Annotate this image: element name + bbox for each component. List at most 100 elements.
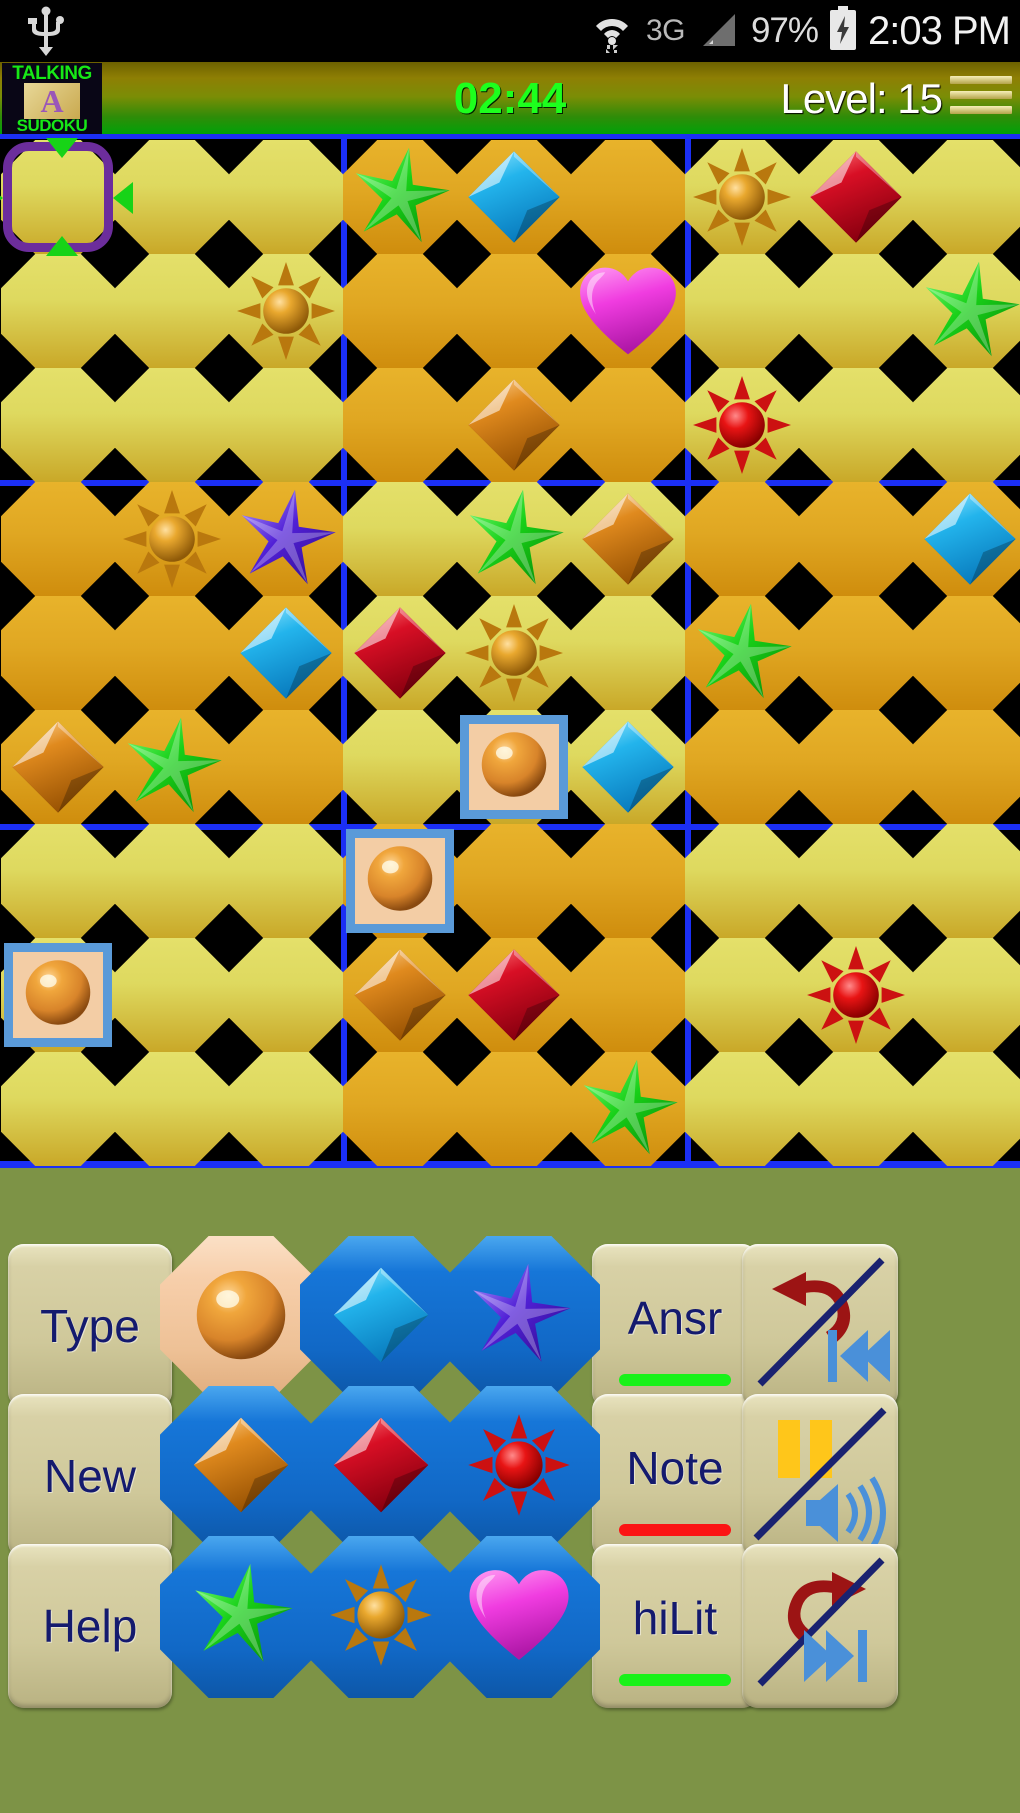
- board-cell-r8-c1[interactable]: [1, 938, 115, 1052]
- board-cell-r7-c1[interactable]: [1, 824, 115, 938]
- board-cell-r1-c4[interactable]: [343, 140, 457, 254]
- board-cell-r3-c7[interactable]: [685, 368, 799, 482]
- board-cell-r7-c3[interactable]: [229, 824, 343, 938]
- sudoku-board[interactable]: [0, 134, 1020, 1173]
- board-cell-r4-c1[interactable]: [1, 482, 115, 596]
- board-cell-r2-c2[interactable]: [115, 254, 229, 368]
- note-button[interactable]: Note: [592, 1394, 758, 1558]
- board-cell-r6-c5[interactable]: [457, 710, 571, 824]
- board-cell-r7-c8[interactable]: [799, 824, 913, 938]
- board-cell-r1-c6[interactable]: [571, 140, 685, 254]
- board-cell-r6-c6[interactable]: [571, 710, 685, 824]
- board-cell-r8-c5[interactable]: [457, 938, 571, 1052]
- board-cell-r8-c2[interactable]: [115, 938, 229, 1052]
- board-cell-r3-c5[interactable]: [457, 368, 571, 482]
- board-cell-r8-c6[interactable]: [571, 938, 685, 1052]
- board-cell-r6-c7[interactable]: [685, 710, 799, 824]
- board-cell-r1-c1[interactable]: [0, 138, 133, 256]
- board-cell-r9-c4[interactable]: [343, 1052, 457, 1166]
- board-cell-r5-c1[interactable]: [1, 596, 115, 710]
- sym-bluedia-button[interactable]: [300, 1236, 462, 1398]
- board-cell-r3-c9[interactable]: [913, 368, 1020, 482]
- board-cell-r4-c9[interactable]: [913, 482, 1020, 596]
- sym-goldsun-button[interactable]: [300, 1536, 462, 1698]
- board-cell-r9-c5[interactable]: [457, 1052, 571, 1166]
- board-cell-r5-c2[interactable]: [115, 596, 229, 710]
- board-cell-r5-c3[interactable]: [229, 596, 343, 710]
- board-cell-r1-c7[interactable]: [685, 140, 799, 254]
- board-cell-r5-c9[interactable]: [913, 596, 1020, 710]
- pause-button[interactable]: [742, 1394, 898, 1558]
- board-cell-r5-c4[interactable]: [343, 596, 457, 710]
- board-cell-r3-c4[interactable]: [343, 368, 457, 482]
- board-cell-r4-c2[interactable]: [115, 482, 229, 596]
- board-cell-r6-c9[interactable]: [913, 710, 1020, 824]
- board-cell-r7-c5[interactable]: [457, 824, 571, 938]
- board-cell-r4-c7[interactable]: [685, 482, 799, 596]
- board-cell-r1-c3[interactable]: [229, 140, 343, 254]
- board-cell-r5-c5[interactable]: [457, 596, 571, 710]
- type-button[interactable]: Type: [8, 1244, 172, 1408]
- board-cell-r7-c6[interactable]: [571, 824, 685, 938]
- board-cell-r1-c5[interactable]: [457, 140, 571, 254]
- sym-ball-button[interactable]: [160, 1236, 322, 1398]
- board-cell-r8-c9[interactable]: [913, 938, 1020, 1052]
- undo-button[interactable]: [742, 1244, 898, 1408]
- sym-redsun-button[interactable]: [438, 1386, 600, 1548]
- sym-purstar-button[interactable]: [438, 1236, 600, 1398]
- board-cell-r8-c3[interactable]: [229, 938, 343, 1052]
- board-cell-r2-c5[interactable]: [457, 254, 571, 368]
- hilit-button[interactable]: hiLit: [592, 1544, 758, 1708]
- board-cell-r2-c8[interactable]: [799, 254, 913, 368]
- board-cell-r1-c8[interactable]: [799, 140, 913, 254]
- board-cell-r7-c9[interactable]: [913, 824, 1020, 938]
- board-cell-r9-c3[interactable]: [229, 1052, 343, 1166]
- sym-heart-button[interactable]: [438, 1536, 600, 1698]
- help-button[interactable]: Help: [8, 1544, 172, 1708]
- sym-grnstar-button[interactable]: [160, 1536, 322, 1698]
- board-cell-r7-c7[interactable]: [685, 824, 799, 938]
- board-cell-r9-c9[interactable]: [913, 1052, 1020, 1166]
- board-cell-r9-c6[interactable]: [571, 1052, 685, 1166]
- board-cell-r3-c8[interactable]: [799, 368, 913, 482]
- board-cell-r7-c2[interactable]: [115, 824, 229, 938]
- board-cell-r2-c1[interactable]: [1, 254, 115, 368]
- board-cell-r5-c6[interactable]: [571, 596, 685, 710]
- board-cell-r2-c9[interactable]: [913, 254, 1020, 368]
- board-cell-r6-c8[interactable]: [799, 710, 913, 824]
- board-cell-r6-c1[interactable]: [1, 710, 115, 824]
- board-cell-r2-c3[interactable]: [229, 254, 343, 368]
- board-cell-r6-c3[interactable]: [229, 710, 343, 824]
- redo-button[interactable]: [742, 1544, 898, 1708]
- board-cell-r4-c8[interactable]: [799, 482, 913, 596]
- new-button[interactable]: New: [8, 1394, 172, 1558]
- board-cell-r3-c3[interactable]: [229, 368, 343, 482]
- board-cell-r1-c2[interactable]: [115, 140, 229, 254]
- board-cell-r4-c6[interactable]: [571, 482, 685, 596]
- board-cell-r5-c7[interactable]: [685, 596, 799, 710]
- board-cell-r4-c5[interactable]: [457, 482, 571, 596]
- board-cell-r9-c1[interactable]: [1, 1052, 115, 1166]
- board-cell-r9-c7[interactable]: [685, 1052, 799, 1166]
- board-cell-r6-c2[interactable]: [115, 710, 229, 824]
- sym-orgdia-button[interactable]: [160, 1386, 322, 1548]
- board-cell-r9-c2[interactable]: [115, 1052, 229, 1166]
- ansr-button[interactable]: Ansr: [592, 1244, 758, 1408]
- sym-reddia-button[interactable]: [300, 1386, 462, 1548]
- board-cell-r2-c7[interactable]: [685, 254, 799, 368]
- board-cell-r2-c4[interactable]: [343, 254, 457, 368]
- board-cell-r2-c6[interactable]: [571, 254, 685, 368]
- board-cell-r4-c4[interactable]: [343, 482, 457, 596]
- board-cell-r7-c4[interactable]: [343, 824, 457, 938]
- board-cell-r3-c6[interactable]: [571, 368, 685, 482]
- board-cell-r5-c8[interactable]: [799, 596, 913, 710]
- board-cell-r4-c3[interactable]: [229, 482, 343, 596]
- board-cell-r6-c4[interactable]: [343, 710, 457, 824]
- board-cell-r8-c8[interactable]: [799, 938, 913, 1052]
- board-cell-r1-c9[interactable]: [913, 140, 1020, 254]
- hamburger-menu-icon[interactable]: [950, 76, 1012, 122]
- board-cell-r3-c1[interactable]: [1, 368, 115, 482]
- board-cell-r8-c7[interactable]: [685, 938, 799, 1052]
- board-cell-r3-c2[interactable]: [115, 368, 229, 482]
- board-cell-r9-c8[interactable]: [799, 1052, 913, 1166]
